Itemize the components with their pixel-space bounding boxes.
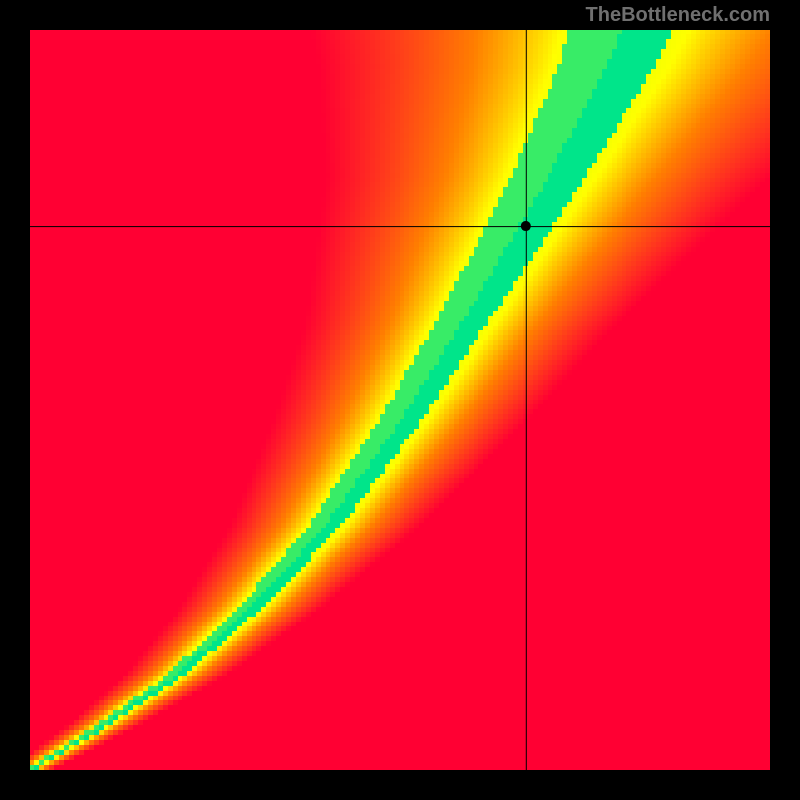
heatmap-canvas [30,30,770,770]
chart-container: TheBottleneck.com [0,0,800,800]
heatmap-plot [30,30,770,770]
watermark-text: TheBottleneck.com [586,4,770,27]
